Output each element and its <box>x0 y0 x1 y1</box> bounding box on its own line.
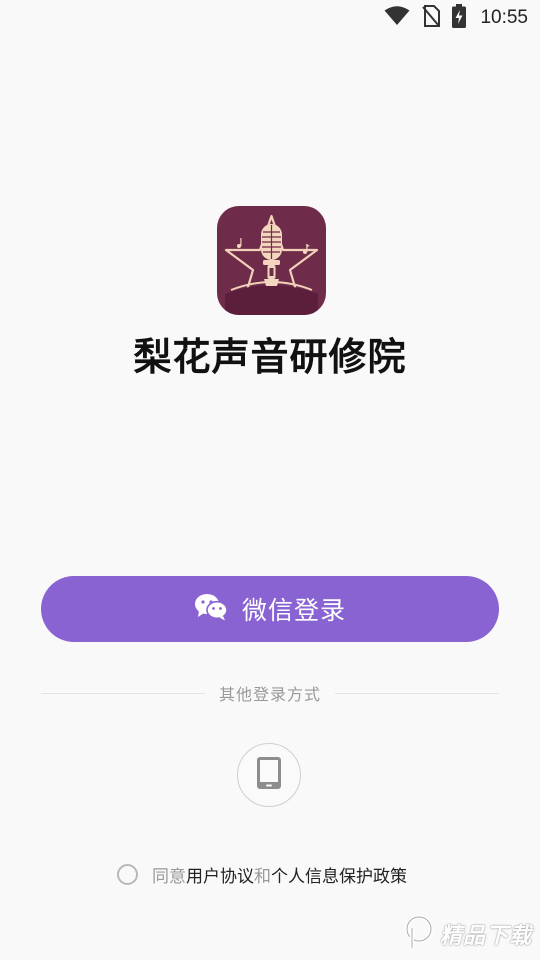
phone-icon <box>257 757 281 793</box>
watermark: 精品下载 <box>404 914 532 954</box>
divider-line-left <box>41 692 205 694</box>
phone-login-button[interactable] <box>237 743 301 807</box>
microphone-star-logo <box>224 214 319 315</box>
other-login-divider: 其他登录方式 <box>41 680 500 706</box>
status-bar: 10:55 <box>0 0 540 36</box>
agree-checkbox[interactable] <box>117 863 138 885</box>
wifi-icon <box>384 6 410 30</box>
other-login-label: 其他登录方式 <box>219 685 322 704</box>
app-logo <box>217 206 326 315</box>
user-agreement-link[interactable]: 用户协议 <box>186 862 254 887</box>
status-time: 10:55 <box>480 7 528 28</box>
privacy-policy-link[interactable]: 个人信息保护政策 <box>271 862 407 887</box>
status-icons: 10:55 <box>384 4 528 32</box>
agreement-conjunction: 和 <box>254 866 271 887</box>
wechat-icon <box>194 593 228 625</box>
agreement-prefix: 同意 <box>152 866 186 887</box>
watermark-logo-icon <box>404 914 434 954</box>
no-sim-icon <box>422 5 441 31</box>
app-title: 梨花声音研修院 <box>133 334 407 379</box>
wechat-login-button[interactable]: 微信登录 <box>41 576 499 642</box>
battery-charging-icon <box>452 4 467 32</box>
watermark-text: 精品下载 <box>439 924 532 949</box>
wechat-login-label: 微信登录 <box>241 596 346 625</box>
divider-line-right <box>335 692 500 694</box>
agreement-row: 同意 用户协议 和 个人信息保护政策 <box>117 861 407 887</box>
